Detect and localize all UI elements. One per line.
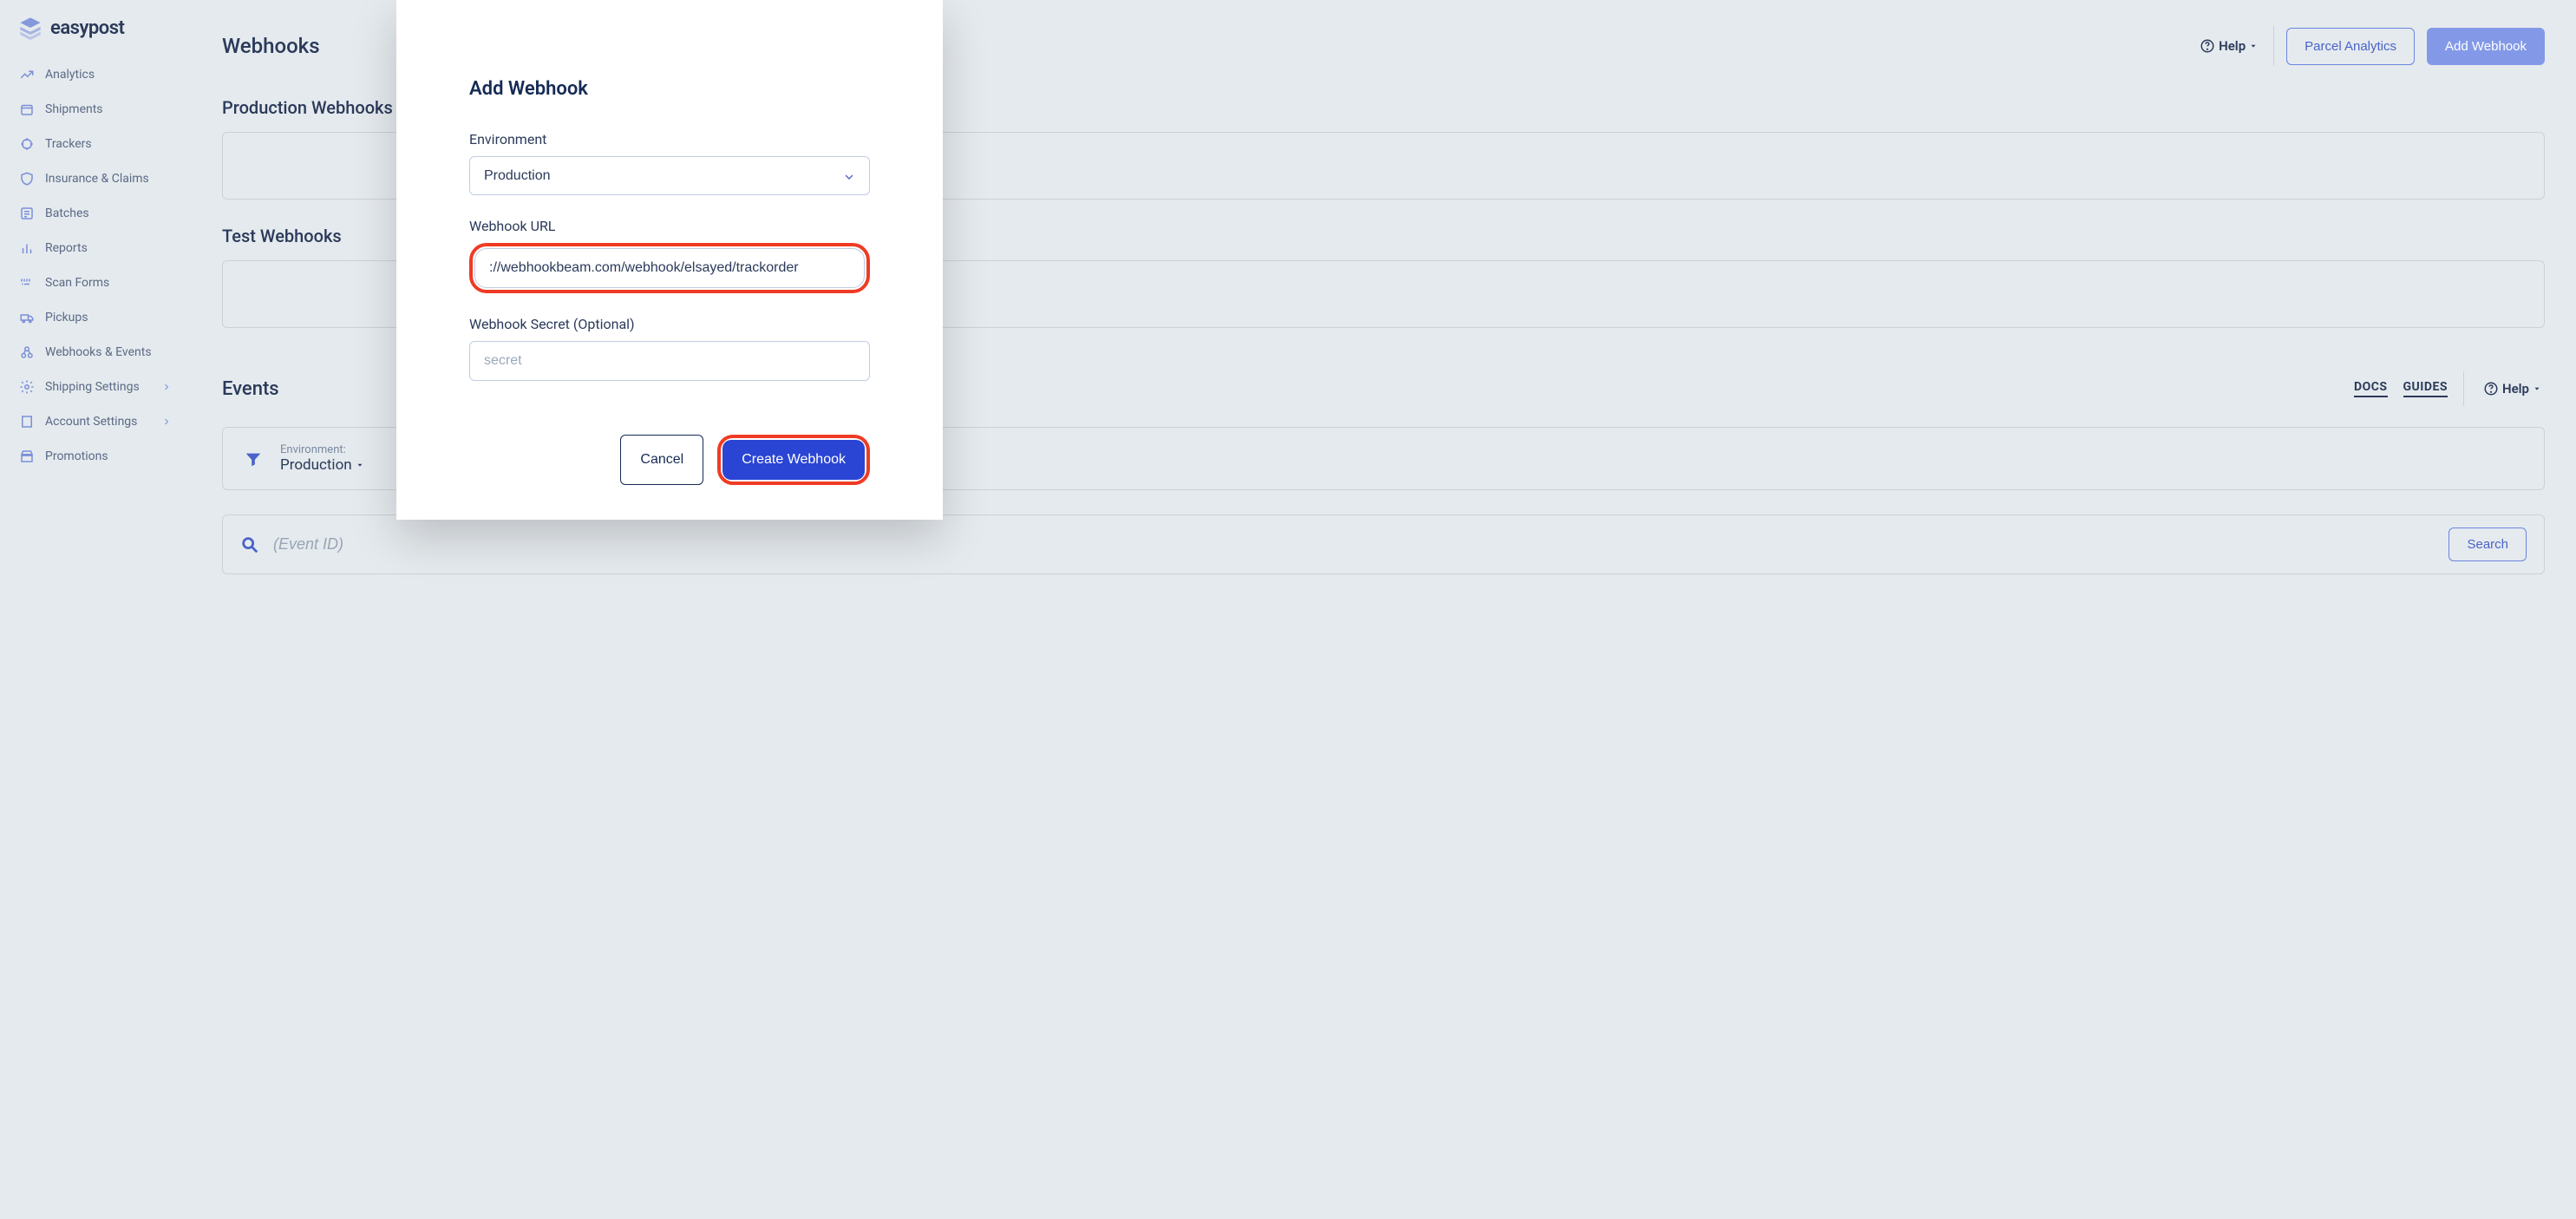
modal-backdrop[interactable]: [0, 0, 2576, 1219]
webhook-url-label: Webhook URL: [469, 218, 870, 234]
webhook-url-input[interactable]: [474, 248, 865, 288]
modal-title: Add Webhook: [469, 78, 870, 100]
environment-select-wrap: Production: [469, 156, 870, 218]
webhook-url-highlight: [469, 243, 870, 293]
environment-label: Environment: [469, 131, 870, 147]
create-webhook-highlight: Create Webhook: [717, 435, 870, 485]
webhook-secret-input[interactable]: [469, 341, 870, 381]
add-webhook-modal: Add Webhook Environment Production Webho…: [396, 0, 943, 520]
environment-select[interactable]: Production: [469, 156, 870, 195]
modal-actions: Cancel Create Webhook: [469, 435, 870, 485]
cancel-button[interactable]: Cancel: [620, 435, 703, 485]
webhook-secret-label: Webhook Secret (Optional): [469, 316, 870, 332]
create-webhook-button[interactable]: Create Webhook: [722, 440, 865, 480]
